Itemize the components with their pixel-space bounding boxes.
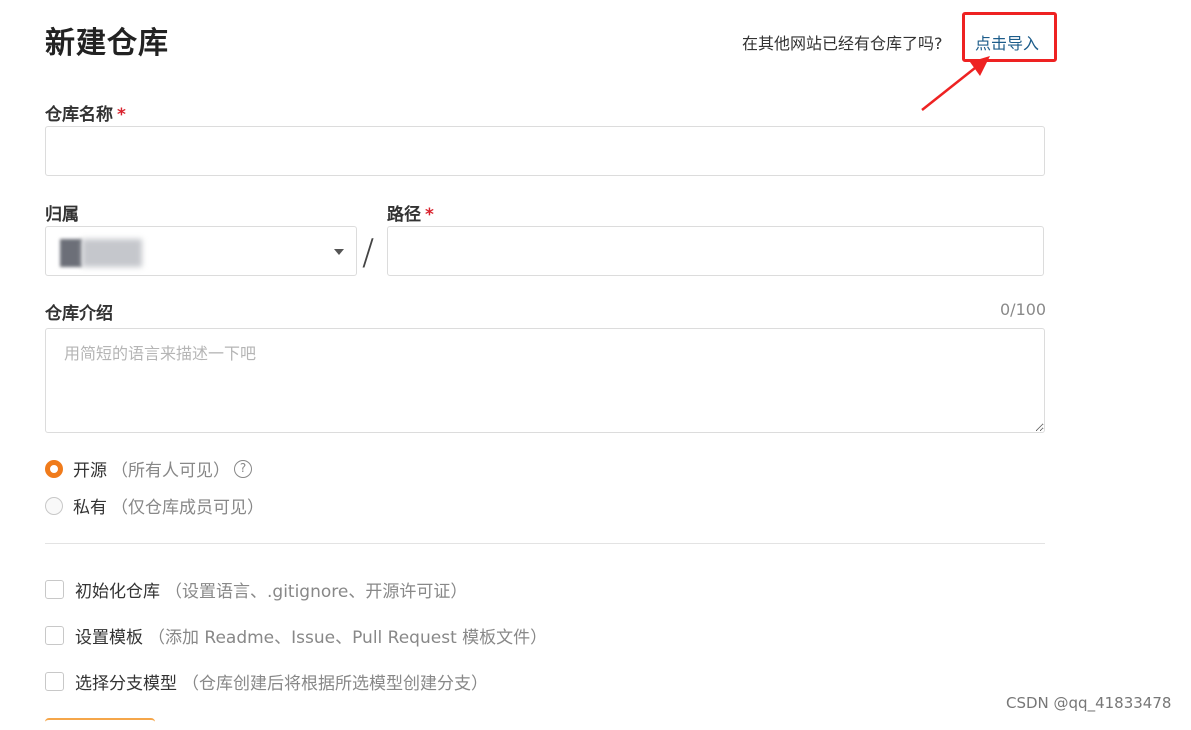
checkbox-template[interactable] bbox=[45, 626, 64, 645]
import-question: 在其他网站已经有仓库了吗? bbox=[742, 34, 943, 53]
radio-button-public[interactable] bbox=[45, 459, 63, 478]
visibility-public-label: 开源 bbox=[73, 461, 107, 481]
question-circle-icon[interactable]: ? bbox=[234, 459, 252, 478]
option-init-repo[interactable]: 初始化仓库 （设置语言、.gitignore、开源许可证） bbox=[45, 577, 467, 602]
annotation-arrow-icon bbox=[921, 56, 990, 111]
description-label: 仓库介绍 bbox=[45, 304, 113, 324]
owner-select[interactable] bbox=[45, 226, 357, 276]
visibility-private-note: （仅仓库成员可见） bbox=[111, 498, 264, 518]
option-template[interactable]: 设置模板 （添加 Readme、Issue、Pull Request 模板文件） bbox=[45, 623, 547, 648]
watermark: CSDN @qq_41833478 bbox=[1006, 694, 1172, 712]
owner-name-blurred bbox=[82, 239, 142, 267]
option-template-label: 设置模板 bbox=[75, 628, 143, 648]
repo-name-label: 仓库名称 * bbox=[45, 105, 126, 125]
option-branch-model-label: 选择分支模型 bbox=[75, 674, 177, 694]
owner-label: 归属 bbox=[45, 205, 79, 225]
visibility-public-note: （所有人可见） bbox=[111, 461, 230, 481]
checkbox-init-repo[interactable] bbox=[45, 580, 64, 599]
path-label: 路径 * bbox=[387, 205, 434, 225]
description-textarea[interactable] bbox=[45, 328, 1045, 433]
owner-avatar-blurred bbox=[60, 239, 82, 267]
option-branch-model-note: （仓库创建后将根据所选模型创建分支） bbox=[182, 674, 488, 694]
required-mark: * bbox=[425, 205, 434, 225]
visibility-option-public[interactable]: 开源 （所有人可见） ? bbox=[45, 456, 252, 481]
repo-name-input[interactable] bbox=[45, 126, 1045, 176]
page-title: 新建仓库 bbox=[45, 26, 169, 61]
option-template-note: （添加 Readme、Issue、Pull Request 模板文件） bbox=[148, 628, 548, 648]
required-mark: * bbox=[117, 105, 126, 125]
chevron-down-icon bbox=[334, 249, 344, 255]
path-input[interactable] bbox=[387, 226, 1044, 276]
path-separator: / bbox=[362, 232, 375, 273]
description-char-counter: 0/100 bbox=[1000, 300, 1047, 319]
option-init-repo-note: （设置语言、.gitignore、开源许可证） bbox=[165, 582, 468, 602]
checkbox-branch-model[interactable] bbox=[45, 672, 64, 691]
visibility-private-label: 私有 bbox=[73, 498, 107, 518]
section-divider bbox=[45, 543, 1045, 544]
option-branch-model[interactable]: 选择分支模型 （仓库创建后将根据所选模型创建分支） bbox=[45, 669, 488, 694]
visibility-option-private[interactable]: 私有 （仅仓库成员可见） bbox=[45, 493, 264, 518]
option-init-repo-label: 初始化仓库 bbox=[75, 582, 160, 602]
radio-button-private[interactable] bbox=[45, 496, 63, 515]
create-button-partial[interactable] bbox=[45, 718, 155, 730]
